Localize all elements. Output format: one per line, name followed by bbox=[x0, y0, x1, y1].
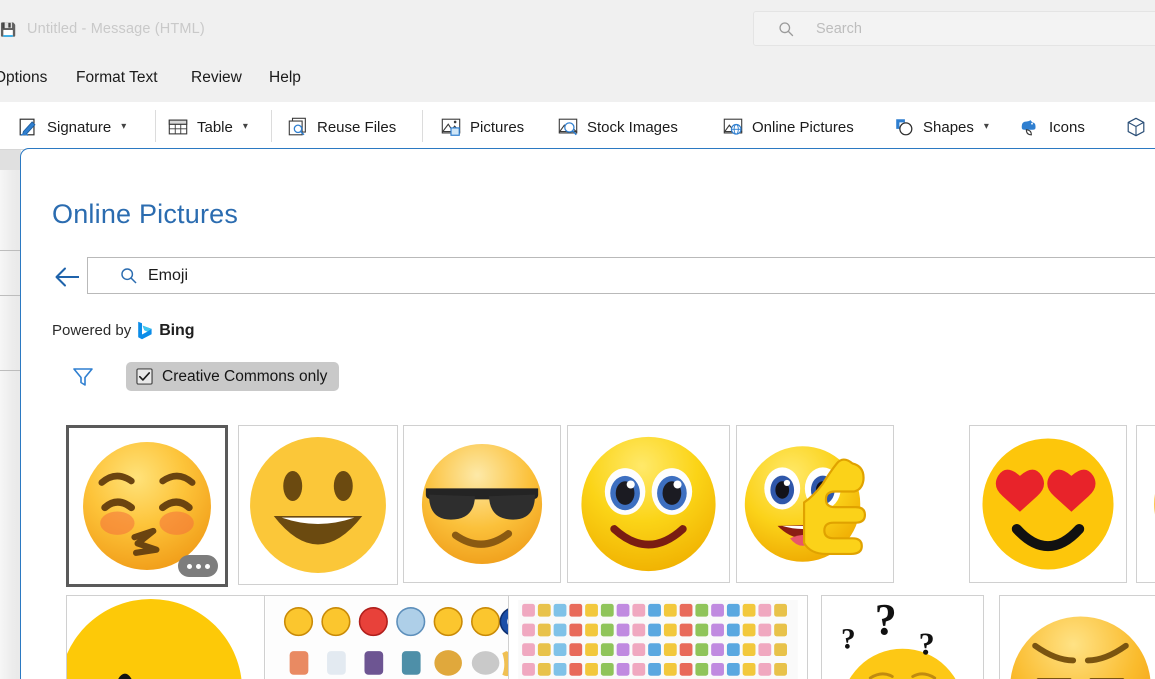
save-icon[interactable]: 💾 bbox=[0, 23, 16, 36]
creative-commons-only-checkbox[interactable]: Creative Commons only bbox=[126, 362, 339, 391]
window-search-box[interactable]: Search bbox=[753, 11, 1155, 46]
result-tile-kissing-face-emoji[interactable] bbox=[66, 425, 228, 587]
emoji-collage-grid bbox=[265, 596, 525, 679]
menu-item-options[interactable]: Options bbox=[0, 69, 47, 87]
thumbs-up-emoji bbox=[737, 426, 893, 582]
bing-search-value: Emoji bbox=[148, 267, 188, 285]
checkbox-checked-icon bbox=[136, 368, 153, 385]
ribbon-button-3d-models[interactable]: 3 bbox=[1125, 112, 1155, 142]
bing-logo-icon bbox=[137, 321, 153, 340]
powered-by-label: Powered by bbox=[52, 322, 131, 339]
ribbon-button-icons[interactable]: Icons bbox=[1019, 112, 1085, 142]
ribbon-button-stock-images[interactable]: Stock Images bbox=[557, 112, 678, 142]
ribbon-label-icons: Icons bbox=[1049, 119, 1085, 136]
result-tile-big-eyes-smiley-emoji[interactable] bbox=[567, 425, 730, 583]
window-title: Untitled - Message (HTML) bbox=[27, 21, 205, 37]
result-tile-emoji-sticker-sheet[interactable] bbox=[508, 595, 808, 679]
chevron-down-icon[interactable]: ▾ bbox=[121, 122, 126, 132]
result-tile-partial-face-emoji[interactable] bbox=[1136, 425, 1155, 583]
menu-item-format-text[interactable]: Format Text bbox=[76, 69, 158, 87]
ribbon-button-signature[interactable]: Signature ▾ bbox=[17, 112, 126, 142]
ribbon-button-reuse-files[interactable]: Reuse Files bbox=[287, 112, 396, 142]
more-options-icon[interactable] bbox=[178, 555, 218, 577]
bing-search-input[interactable]: Emoji bbox=[87, 257, 1155, 294]
svg-text:?: ? bbox=[919, 626, 935, 662]
ribbon-label-shapes: Shapes bbox=[923, 119, 974, 136]
creative-commons-only-label: Creative Commons only bbox=[162, 368, 327, 386]
svg-text:?: ? bbox=[875, 596, 897, 644]
result-tile-grinning-face-emoji[interactable] bbox=[238, 425, 398, 585]
title-bar: 💾 Untitled - Message (HTML) Search bbox=[0, 0, 1155, 58]
ribbon-label-pictures: Pictures bbox=[470, 119, 524, 136]
ribbon-label-table: Table bbox=[197, 119, 233, 136]
bing-brand-label: Bing bbox=[159, 322, 194, 340]
window-search-placeholder: Search bbox=[816, 21, 862, 37]
dialog-title: Online Pictures bbox=[52, 199, 238, 230]
stock-images-icon bbox=[557, 116, 579, 138]
big-eyes-smiley-emoji bbox=[568, 426, 729, 582]
search-icon bbox=[120, 267, 138, 285]
folder-pane-strip bbox=[0, 150, 21, 679]
result-tile-unamused-face-emoji[interactable] bbox=[999, 595, 1155, 679]
result-tile-sunglasses-face-emoji[interactable] bbox=[403, 425, 561, 583]
back-arrow-icon[interactable] bbox=[54, 263, 82, 291]
search-icon bbox=[778, 21, 795, 38]
ribbon-label-online-pictures: Online Pictures bbox=[752, 119, 854, 136]
ribbon-button-shapes[interactable]: Shapes ▾ bbox=[893, 112, 989, 142]
ribbon-button-table[interactable]: Table ▾ bbox=[167, 112, 248, 142]
chevron-down-icon[interactable]: ▾ bbox=[984, 122, 989, 132]
signature-icon bbox=[17, 116, 39, 138]
ribbon-button-online-pictures[interactable]: Online Pictures bbox=[722, 112, 854, 142]
confused-face-emoji: ? ? ? bbox=[822, 596, 983, 679]
menu-item-review[interactable]: Review bbox=[191, 69, 242, 87]
emoji-sticker-sheet bbox=[509, 596, 807, 679]
result-tile-confused-face-emoji[interactable]: ? ? ? bbox=[821, 595, 984, 679]
application-window: 💾 Untitled - Message (HTML) Search Optio… bbox=[0, 0, 1155, 679]
result-tile-emoji-collage-grid[interactable] bbox=[264, 595, 526, 679]
menu-item-help[interactable]: Help bbox=[269, 69, 301, 87]
heart-eyes-emoji bbox=[970, 426, 1126, 582]
icons-icon bbox=[1019, 116, 1041, 138]
ribbon-label-reuse-files: Reuse Files bbox=[317, 119, 396, 136]
powered-by-bing: Powered by Bing bbox=[52, 321, 194, 340]
partial-face-emoji bbox=[1137, 426, 1155, 582]
chevron-down-icon[interactable]: ▾ bbox=[243, 122, 248, 132]
ribbon-button-pictures[interactable]: Pictures bbox=[440, 112, 524, 142]
menu-bar bbox=[0, 58, 1155, 102]
result-tile-winking-face-emoji[interactable] bbox=[66, 595, 266, 679]
online-pictures-icon bbox=[722, 116, 744, 138]
svg-text:?: ? bbox=[841, 624, 856, 656]
reuse-files-icon bbox=[287, 116, 309, 138]
table-icon bbox=[167, 116, 189, 138]
unamused-face-emoji bbox=[1000, 596, 1155, 679]
ribbon-label-stock-images: Stock Images bbox=[587, 119, 678, 136]
result-tile-thumbs-up-emoji[interactable] bbox=[736, 425, 894, 583]
filter-row: Creative Commons only bbox=[21, 362, 1155, 396]
ribbon-label-signature: Signature bbox=[47, 119, 111, 136]
result-tile-heart-eyes-emoji[interactable] bbox=[969, 425, 1127, 583]
filter-funnel-icon[interactable] bbox=[71, 365, 95, 389]
winking-face-emoji bbox=[67, 596, 265, 679]
pictures-icon bbox=[440, 116, 462, 138]
grinning-face-emoji bbox=[239, 426, 397, 584]
shapes-icon bbox=[893, 116, 915, 138]
online-pictures-dialog: Online Pictures Emoji Powered by Bing bbox=[20, 148, 1155, 679]
sunglasses-face-emoji bbox=[404, 426, 560, 582]
3d-models-icon bbox=[1125, 116, 1147, 138]
